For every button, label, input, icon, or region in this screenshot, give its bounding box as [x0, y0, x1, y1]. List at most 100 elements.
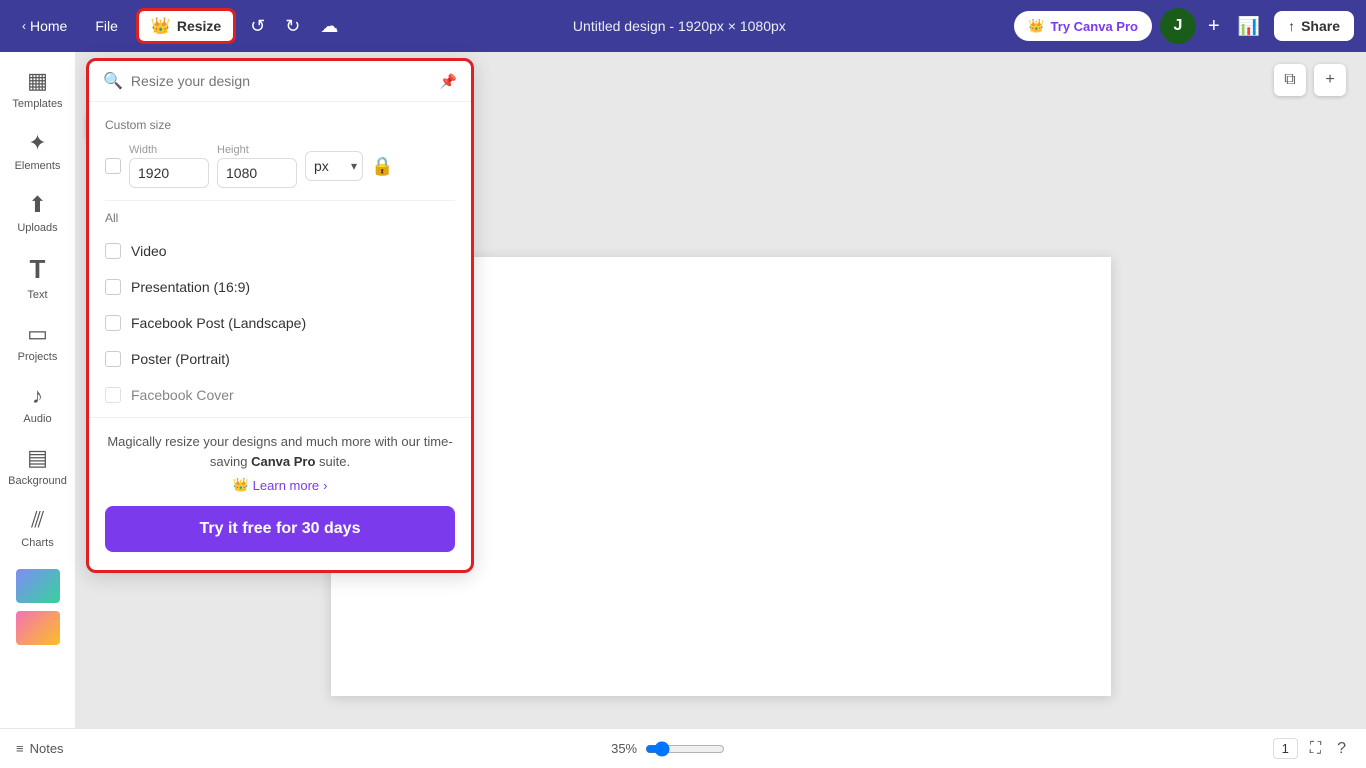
height-label: Height: [217, 144, 297, 156]
sidebar-item-charts[interactable]: ⫻ Charts: [4, 499, 72, 557]
fullscreen-icon: ⛶: [1310, 740, 1321, 757]
share-button[interactable]: ↑ Share: [1274, 11, 1354, 41]
learn-more-text: Learn more: [253, 478, 319, 493]
notes-label: Notes: [30, 741, 64, 756]
background-icon: ▤: [27, 445, 48, 471]
duplicate-page-button[interactable]: ⧉: [1274, 64, 1306, 96]
sidebar-item-label: Templates: [12, 98, 62, 110]
size-checkbox[interactable]: [105, 158, 121, 174]
resize-button[interactable]: 👑 Resize: [136, 8, 236, 44]
uploads-icon: ⬆: [28, 192, 46, 218]
sidebar-item-audio[interactable]: ♪ Audio: [4, 375, 72, 433]
plus-icon: +: [1208, 15, 1220, 37]
custom-size-section: Custom size Width Height px in: [89, 102, 471, 200]
facebook-cover-checkbox[interactable]: [105, 387, 121, 403]
sidebar-item-background[interactable]: ▤ Background: [4, 437, 72, 495]
video-checkbox[interactable]: [105, 243, 121, 259]
charts-icon: ⫻: [31, 507, 44, 533]
redo-button[interactable]: ↻: [279, 10, 306, 43]
width-label: Width: [129, 144, 209, 156]
unit-select[interactable]: px in cm mm: [305, 151, 363, 181]
undo-button[interactable]: ↺: [244, 10, 271, 43]
add-team-button[interactable]: +: [1204, 11, 1224, 42]
format-item-poster[interactable]: Poster (Portrait): [89, 341, 471, 377]
facebook-post-checkbox[interactable]: [105, 315, 121, 331]
projects-icon: ▭: [27, 321, 48, 347]
zoom-area: 35%: [611, 741, 725, 757]
sidebar-item-elements[interactable]: ✦ Elements: [4, 122, 72, 180]
poster-checkbox[interactable]: [105, 351, 121, 367]
format-item-video[interactable]: Video: [89, 233, 471, 269]
main-layout: ▦ Templates ✦ Elements ⬆ Uploads T Text …: [0, 52, 1366, 768]
avatar-letter: J: [1174, 17, 1183, 35]
sidebar-item-projects[interactable]: ▭ Projects: [4, 313, 72, 371]
cloud-save-button[interactable]: ☁: [314, 10, 344, 43]
crown-small-icon: 👑: [232, 477, 248, 493]
undo-icon: ↺: [250, 16, 265, 36]
sidebar-item-label: Audio: [23, 413, 51, 425]
format-item-presentation[interactable]: Presentation (16:9): [89, 269, 471, 305]
size-inputs: Width Height px in cm mm: [105, 144, 455, 188]
sidebar-item-label: Text: [27, 289, 47, 301]
width-input[interactable]: [129, 158, 209, 188]
width-field: Width: [129, 144, 209, 188]
learn-more-link[interactable]: 👑 Learn more ›: [232, 477, 327, 493]
home-label: Home: [30, 18, 67, 34]
design-title: Untitled design - 1920px × 1080px: [573, 18, 786, 34]
help-button[interactable]: ?: [1333, 736, 1350, 762]
project-thumbnail-1[interactable]: [16, 569, 60, 603]
zoom-slider[interactable]: [645, 741, 725, 757]
format-list: Video Presentation (16:9) Facebook Post …: [89, 229, 471, 417]
sidebar-item-label: Projects: [18, 351, 58, 363]
all-formats-label: All: [89, 201, 471, 229]
canvas-controls: ⧉ +: [1274, 64, 1346, 96]
bottom-right: 1 ⛶ ?: [1273, 736, 1350, 762]
sidebar-item-text[interactable]: T Text: [4, 246, 72, 309]
pin-icon[interactable]: 📌: [440, 73, 457, 90]
audio-icon: ♪: [32, 383, 43, 409]
panel-promo: Magically resize your designs and much m…: [89, 417, 471, 570]
notes-button[interactable]: ≡ Notes: [16, 741, 64, 756]
avatar[interactable]: J: [1160, 8, 1196, 44]
sidebar-item-label: Uploads: [17, 222, 57, 234]
sidebar-item-templates[interactable]: ▦ Templates: [4, 60, 72, 118]
panel-search-bar: 🔍 📌: [89, 61, 471, 102]
zoom-value: 35%: [611, 741, 637, 756]
resize-label: Resize: [177, 18, 221, 34]
fullscreen-button[interactable]: ⛶: [1306, 736, 1325, 762]
format-name-facebook-post: Facebook Post (Landscape): [131, 315, 306, 331]
format-name-poster: Poster (Portrait): [131, 351, 230, 367]
promo-text-after: suite.: [315, 454, 350, 469]
elements-icon: ✦: [28, 130, 46, 156]
share-label: Share: [1301, 18, 1340, 34]
help-icon: ?: [1337, 740, 1346, 757]
header-right: 👑 Try Canva Pro J + 📊 ↑ Share: [1014, 8, 1354, 44]
format-name-video: Video: [131, 243, 167, 259]
analytics-button[interactable]: 📊: [1232, 10, 1266, 43]
cloud-icon: ☁: [320, 16, 338, 36]
presentation-checkbox[interactable]: [105, 279, 121, 295]
sidebar-item-label: Charts: [21, 537, 53, 549]
panel-scrollable: Custom size Width Height px in: [89, 102, 471, 417]
format-item-facebook-post[interactable]: Facebook Post (Landscape): [89, 305, 471, 341]
home-button[interactable]: ‹ Home: [12, 12, 77, 40]
bottom-center: 35%: [76, 741, 1261, 757]
page-number: 1: [1273, 738, 1298, 759]
height-input[interactable]: [217, 158, 297, 188]
header-center: Untitled design - 1920px × 1080px: [352, 18, 1006, 34]
lock-icon[interactable]: 🔒: [371, 156, 393, 177]
bottom-bar: ≡ Notes 35% 1 ⛶ ?: [0, 728, 1366, 768]
resize-search-input[interactable]: [131, 73, 432, 89]
add-section-button[interactable]: +: [1314, 64, 1346, 96]
chevron-left-icon: ‹: [22, 19, 26, 33]
format-item-facebook-cover[interactable]: Facebook Cover: [89, 377, 471, 413]
sidebar-item-label: Background: [8, 475, 67, 487]
promo-text: Magically resize your designs and much m…: [105, 432, 455, 471]
file-label: File: [95, 18, 118, 34]
try-free-button[interactable]: Try it free for 30 days: [105, 506, 455, 552]
file-button[interactable]: File: [85, 12, 128, 40]
try-canva-pro-button[interactable]: 👑 Try Canva Pro: [1014, 11, 1152, 41]
project-thumbnail-2[interactable]: [16, 611, 60, 645]
sidebar-item-uploads[interactable]: ⬆ Uploads: [4, 184, 72, 242]
chevron-right-icon: ›: [323, 478, 327, 493]
